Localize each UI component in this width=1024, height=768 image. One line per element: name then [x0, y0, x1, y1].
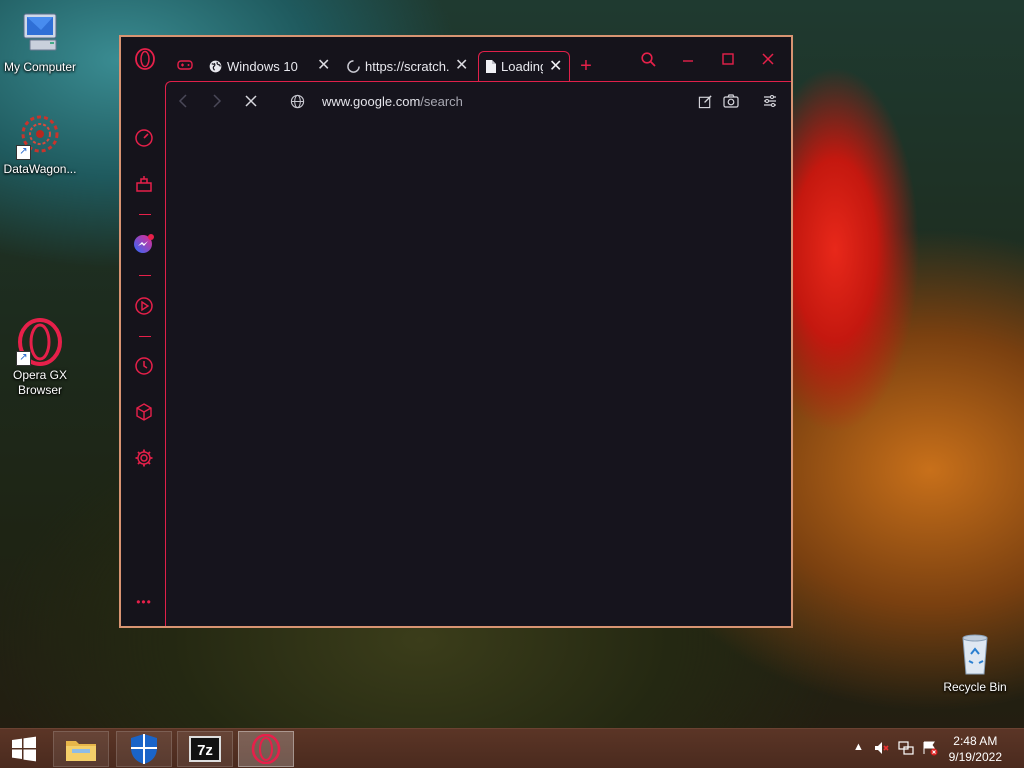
action-center-icon[interactable]	[922, 740, 938, 759]
close-tab-icon[interactable]: ✕	[455, 58, 468, 74]
taskbar-clock[interactable]: 2:48 AM 9/19/2022	[949, 733, 1002, 765]
my-computer-icon	[16, 10, 64, 58]
desktop-icon-label: DataWagon...	[3, 162, 77, 176]
volume-muted-icon[interactable]	[874, 740, 890, 759]
address-host: www.google.com	[322, 94, 421, 109]
recycle-bin-icon	[951, 630, 999, 678]
tab-label: Loading	[501, 59, 543, 74]
desktop-icon-recycle-bin[interactable]: Recycle Bin	[935, 630, 1015, 694]
desktop-icon-label: My Computer	[3, 60, 77, 74]
history-icon[interactable]	[133, 355, 155, 377]
sidebar-divider	[139, 336, 151, 337]
globe-icon	[209, 60, 222, 73]
file-explorer-icon	[66, 741, 96, 761]
more-options-icon[interactable]: •••	[133, 595, 155, 609]
opera-gx-window: Windows 10 ✕ https://scratch.m ✕ Loading…	[119, 35, 793, 628]
tab-label: Windows 10	[227, 58, 298, 74]
document-icon	[485, 60, 496, 73]
gx-corner-icon[interactable]	[175, 55, 195, 75]
tab-label: https://scratch.m	[365, 58, 449, 74]
search-tabs-icon[interactable]	[633, 49, 663, 69]
gx-control-icon[interactable]	[133, 127, 155, 149]
page-content: www.google.com/search	[165, 81, 791, 626]
tab-scratch[interactable]: https://scratch.m ✕	[347, 51, 471, 81]
shortcut-arrow-icon: ↗	[16, 351, 31, 366]
minimize-button[interactable]	[673, 49, 703, 69]
player-icon[interactable]	[133, 295, 155, 317]
camera-icon[interactable]	[722, 92, 740, 110]
taskbar-7zip[interactable]: 7z	[177, 731, 233, 767]
clock-time: 2:48 AM	[953, 734, 998, 748]
gx-cleaner-icon[interactable]	[133, 173, 155, 195]
site-info-globe-icon[interactable]	[288, 92, 306, 110]
taskbar: 7z ▲ 2:48 AM 9/19/2022	[0, 728, 1024, 768]
desktop-icon-opera-gx[interactable]: ↗ Opera GX Browser	[0, 318, 80, 398]
taskbar-opera-gx[interactable]	[238, 731, 294, 767]
sidebar-divider	[139, 275, 151, 276]
shortcut-arrow-icon: ↗	[16, 145, 31, 160]
desktop-icon-datawagon[interactable]: ↗ DataWagon...	[0, 112, 80, 176]
snap-edit-icon[interactable]	[696, 92, 714, 110]
desktop-icon-label: Opera GX Browser	[12, 368, 68, 397]
close-window-button[interactable]	[753, 49, 783, 69]
close-tab-icon[interactable]: ✕	[549, 58, 562, 75]
svg-text:7z: 7z	[197, 742, 213, 759]
taskbar-windows-security[interactable]	[116, 731, 172, 767]
maximize-button[interactable]	[713, 49, 743, 69]
desktop-icon-my-computer[interactable]: My Computer	[0, 10, 80, 74]
tab-loading[interactable]: Loading ✕	[478, 51, 570, 81]
opera-menu-icon[interactable]	[133, 47, 157, 71]
sidebar: •••	[121, 81, 165, 626]
settings-gear-icon[interactable]	[133, 447, 155, 469]
address-path: /search	[420, 94, 463, 109]
taskbar-file-explorer[interactable]	[53, 731, 109, 767]
back-icon[interactable]	[174, 92, 192, 110]
new-tab-icon[interactable]: +	[577, 55, 595, 77]
opera-gx-icon	[251, 734, 281, 764]
network-icon[interactable]	[898, 740, 914, 759]
tab-bar: Windows 10 ✕ https://scratch.m ✕ Loading…	[121, 37, 791, 81]
stop-loading-icon[interactable]	[242, 92, 260, 110]
datawagon-icon: ↗	[16, 112, 64, 160]
loading-spinner-icon	[347, 59, 360, 73]
extensions-icon[interactable]	[133, 401, 155, 423]
tab-windows-10[interactable]: Windows 10 ✕	[209, 51, 330, 81]
messenger-icon[interactable]	[133, 233, 155, 255]
start-button[interactable]	[0, 731, 48, 767]
opera-gx-icon: ↗	[16, 318, 64, 366]
show-hidden-icons[interactable]: ▲	[853, 741, 864, 753]
easy-setup-icon[interactable]	[761, 92, 779, 110]
forward-icon[interactable]	[208, 92, 226, 110]
close-tab-icon[interactable]: ✕	[317, 58, 330, 74]
address-bar[interactable]: www.google.com/search	[322, 94, 463, 109]
shield-icon	[131, 734, 157, 764]
desktop-icon-label: Recycle Bin	[943, 680, 1007, 694]
sidebar-divider	[139, 214, 151, 215]
7zip-icon: 7z	[189, 736, 221, 762]
clock-date: 9/19/2022	[948, 750, 1002, 764]
